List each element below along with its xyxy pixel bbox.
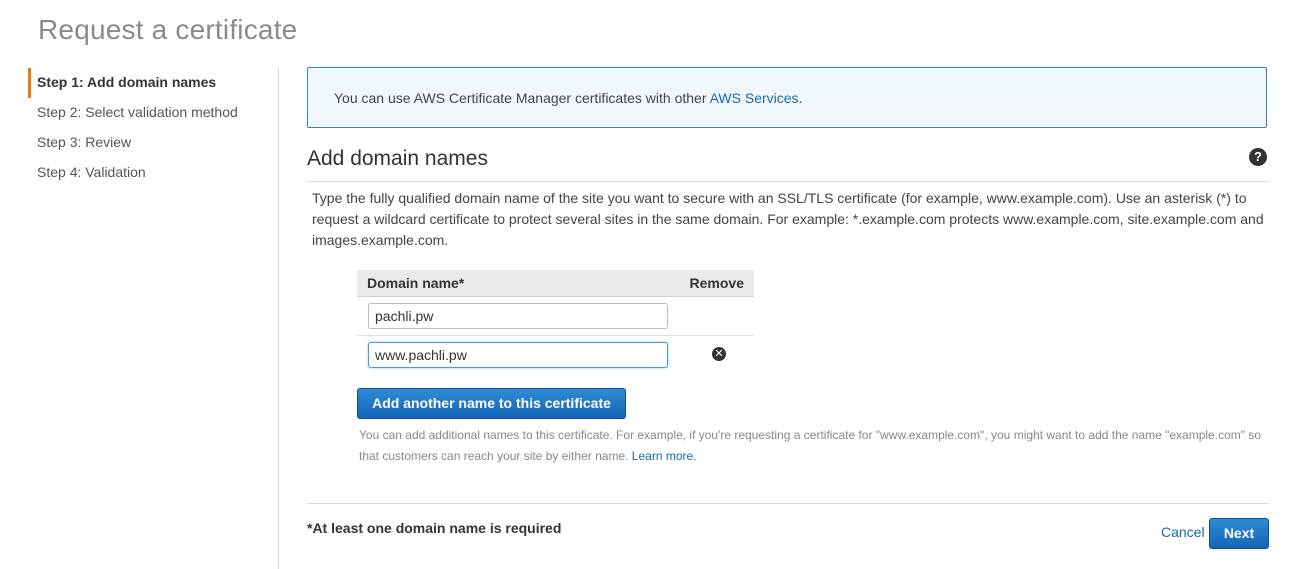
next-button[interactable]: Next [1209,518,1269,549]
table-header: Domain name* Remove [357,270,754,297]
domain-names-table: Domain name* Remove ✕ [357,270,754,374]
required-note: *At least one domain name is required [307,520,562,536]
info-text: You can use AWS Certificate Manager cert… [334,90,710,106]
table-row: ✕ [357,336,754,374]
learn-more-link[interactable]: Learn more. [632,449,697,463]
section-header: Add domain names ? [307,144,1269,182]
step-select-validation-method[interactable]: Step 2: Select validation method [28,98,268,128]
step-review[interactable]: Step 3: Review [28,128,268,158]
section-title: Add domain names [307,147,488,170]
close-circle-icon[interactable]: ✕ [712,347,726,361]
domain-name-input-2[interactable] [368,342,668,368]
section-description: Type the fully qualified domain name of … [312,190,1264,248]
table-row [357,297,754,336]
add-name-hint: You can add additional names to this cer… [359,425,1269,467]
step-validation[interactable]: Step 4: Validation [28,158,268,188]
page-title: Request a certificate [38,14,298,45]
domain-name-input-1[interactable] [368,303,668,329]
aws-services-link[interactable]: AWS Services [710,90,799,106]
column-domain-name: Domain name* [367,275,465,291]
step-add-domain-names[interactable]: Step 1: Add domain names [28,68,268,98]
column-remove: Remove [689,275,744,291]
info-suffix: . [798,90,803,106]
wizard-steps: Step 1: Add domain names Step 2: Select … [28,68,268,188]
cancel-button[interactable]: Cancel [1161,524,1205,540]
sidebar-divider [278,68,279,569]
hint-text: You can add additional names to this cer… [359,428,1262,463]
add-another-name-button[interactable]: Add another name to this certificate [357,388,626,419]
help-icon[interactable]: ? [1249,148,1267,166]
footer-divider [307,503,1269,504]
info-banner: You can use AWS Certificate Manager cert… [307,67,1267,128]
